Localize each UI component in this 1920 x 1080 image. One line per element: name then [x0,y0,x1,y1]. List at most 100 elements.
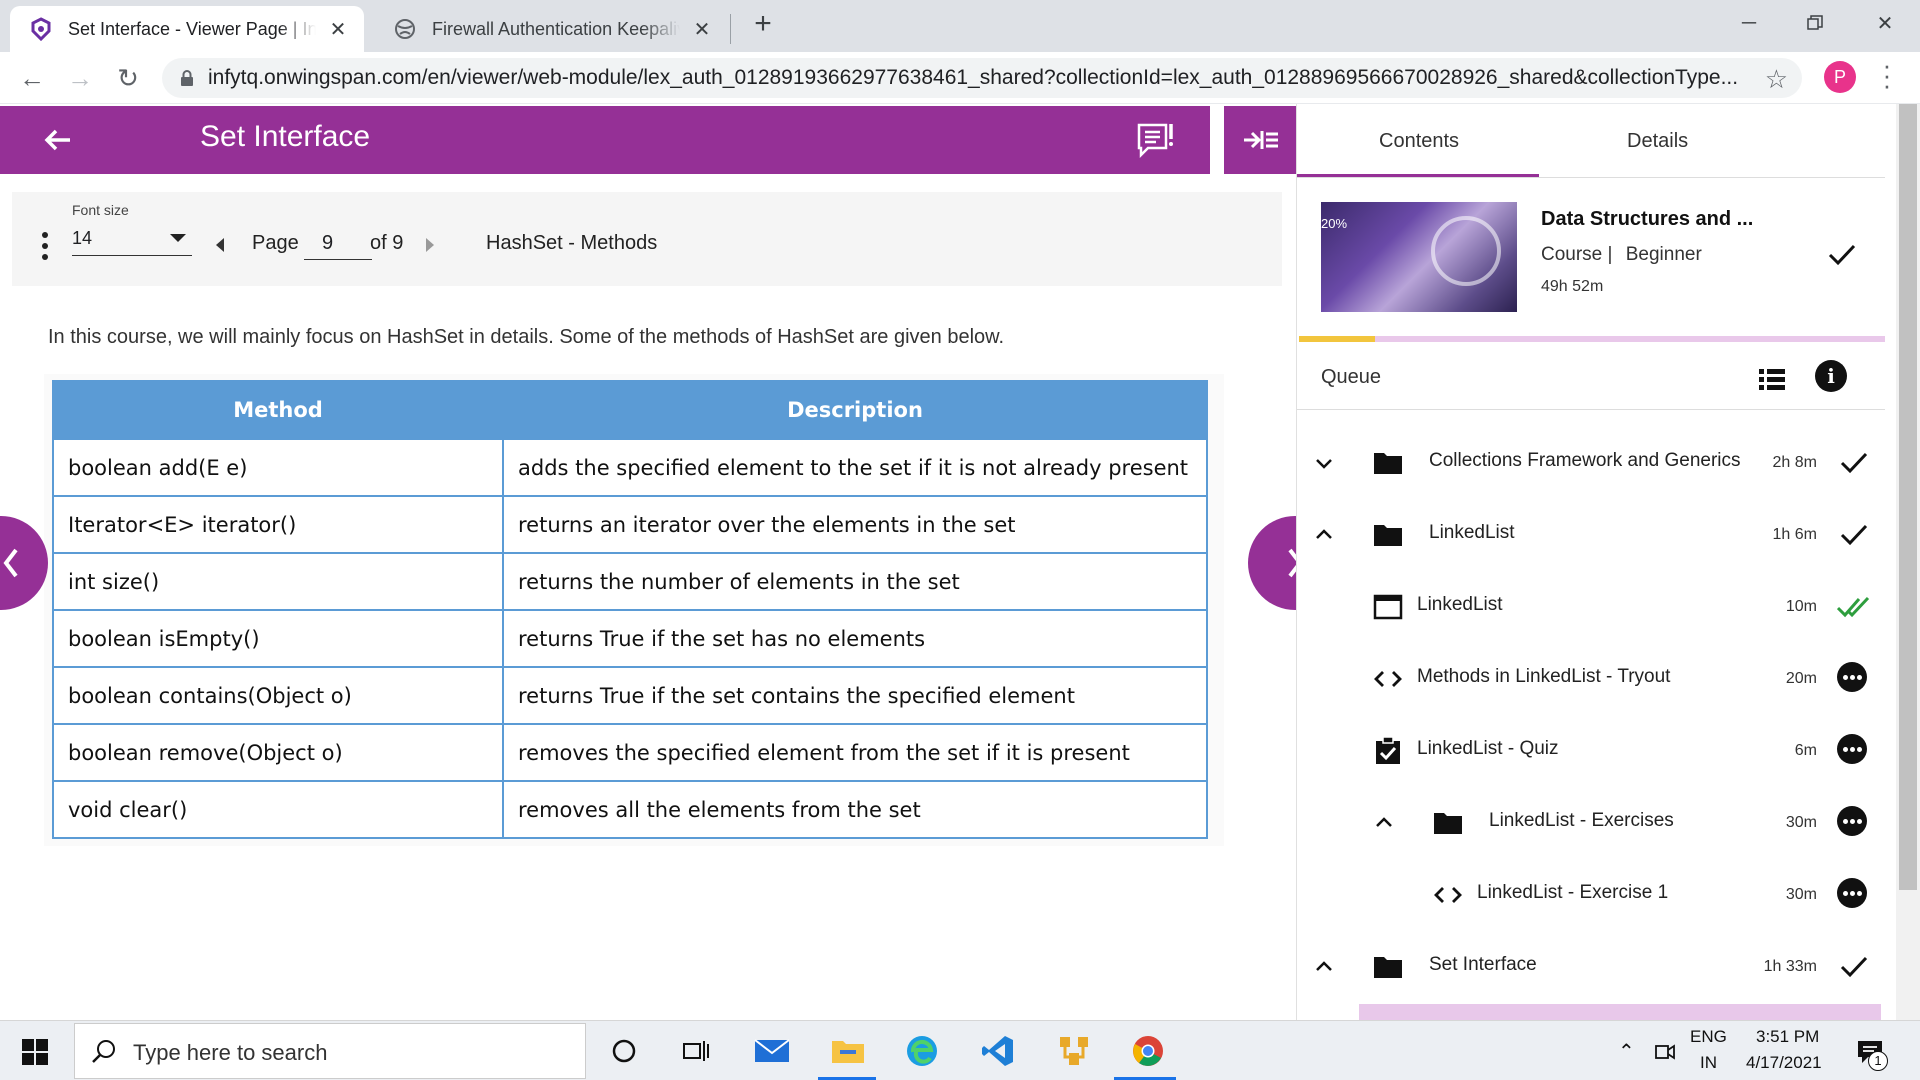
course-thumbnail[interactable]: 20% [1321,202,1517,312]
table-row: Iterator<E> iterator() returns an iterato… [52,495,1208,554]
clock-time[interactable]: 3:51 PM [1756,1027,1819,1047]
clock-date[interactable]: 4/17/2021 [1746,1053,1822,1073]
method-cell: boolean isEmpty() [52,609,504,668]
close-tab-icon[interactable]: ✕ [326,17,350,41]
queue-item-linkedlist-module[interactable]: LinkedList 10m [1297,572,1885,644]
close-window-button[interactable]: ✕ [1862,6,1908,40]
bookmark-star-icon[interactable]: ☆ [1765,64,1788,95]
back-arrow-icon[interactable] [38,120,78,160]
description-cell: returns an iterator over the elements in… [502,495,1208,554]
forward-arrow-icon[interactable]: → [64,62,96,94]
info-icon[interactable]: i [1815,360,1847,392]
windows-start-icon[interactable] [22,1039,48,1065]
close-tab-icon[interactable]: ✕ [690,17,714,41]
collapse-panel-button[interactable] [1224,106,1296,174]
chevron-down-icon[interactable] [1315,454,1333,472]
notification-count-badge: 1 [1868,1051,1888,1071]
folder-icon [1434,813,1462,834]
course-level: Beginner [1625,244,1702,265]
queue-item-name: LinkedList - Exercise 1 [1477,882,1669,903]
queue-item-name: LinkedList [1417,594,1503,615]
meet-now-icon[interactable] [1654,1041,1676,1063]
chrome-icon[interactable] [1128,1031,1168,1071]
font-size-label: Font size [72,202,129,218]
course-type: Course | [1541,244,1613,265]
more-options-icon[interactable] [1837,806,1871,840]
windows-taskbar: Type here to search ⌃ ENG IN 3:51 PM 4/1… [0,1020,1920,1080]
queue-item-name: LinkedList - Exercises [1489,810,1674,831]
reload-icon[interactable]: ↻ [112,62,144,94]
page-title: Set Interface [200,120,371,153]
next-page-icon[interactable] [426,238,434,252]
course-duration: 49h 52m [1541,278,1604,295]
folder-icon [1374,957,1402,978]
minimize-window-button[interactable]: ─ [1726,6,1772,40]
queue-item-duration: 30m [1785,814,1817,831]
queue-item-set-interface[interactable]: Set Interface 1h 33m [1297,932,1885,1004]
previous-page-icon[interactable] [216,238,224,252]
globe-icon [392,16,418,42]
search-placeholder: Type here to search [133,1040,328,1065]
chevron-up-icon[interactable] [1315,526,1333,544]
tab-set-interface[interactable]: Set Interface - Viewer Page | Infy ✕ [10,6,364,52]
address-bar[interactable]: infytq.onwingspan.com/en/viewer/web-modu… [162,58,1802,98]
column-header-description: Description [502,380,1208,440]
more-options-icon[interactable] [1837,662,1871,696]
method-cell: boolean contains(Object o) [52,666,504,725]
course-title[interactable]: Data Structures and ... [1541,208,1753,231]
app-icon[interactable] [1054,1031,1094,1071]
queue-item-methods-tryout[interactable]: Methods in LinkedList - Tryout 20m [1297,644,1885,716]
code-icon [1374,671,1402,687]
queue-item-name: Collections Framework and Generics [1429,450,1741,471]
taskbar-search-box[interactable]: Type here to search [74,1023,586,1079]
page-total: of 9 [370,232,404,254]
language-region[interactable]: IN [1700,1053,1717,1073]
show-hidden-icons-icon[interactable]: ⌃ [1618,1039,1635,1064]
table-row: void clear() removes all the elements fro… [52,780,1208,839]
chevron-up-icon[interactable] [1375,814,1393,832]
description-cell: adds the specified element to the set if… [502,438,1208,497]
task-view-icon[interactable] [676,1031,716,1071]
thumbnail-decoration: 20% [1321,216,1348,231]
more-options-icon[interactable] [42,232,50,265]
back-arrow-icon[interactable]: ← [16,62,48,94]
more-options-icon[interactable] [1837,878,1871,912]
scrollbar-thumb[interactable] [1899,104,1917,890]
thumbnail-decoration [1431,216,1501,286]
queue-item-linkedlist-exercises[interactable]: LinkedList - Exercises 30m [1297,788,1885,860]
list-view-icon[interactable] [1759,368,1785,390]
tab-firewall-authentication[interactable]: Firewall Authentication Keepalive ✕ [374,6,728,52]
vscode-icon[interactable] [978,1031,1018,1071]
current-item-highlight [1359,1004,1881,1020]
browser-tab-strip: Set Interface - Viewer Page | Infy ✕ Fir… [0,0,1920,52]
browser-toolbar: ← → ↻ infytq.onwingspan.com/en/viewer/we… [0,52,1920,104]
queue-item-collections-framework[interactable]: Collections Framework and Generics 2h 8m [1297,428,1885,500]
feedback-note-icon[interactable] [1136,122,1176,158]
mail-icon[interactable] [752,1031,792,1071]
page-topic: HashSet - Methods [486,232,658,254]
queue-item-linkedlist-quiz[interactable]: LinkedList - Quiz 6m [1297,716,1885,788]
page-number-input[interactable]: 9 [304,228,372,260]
chevron-up-icon[interactable] [1315,958,1333,976]
new-tab-button[interactable]: + [748,9,778,40]
edge-browser-icon[interactable] [902,1031,942,1071]
table-row: int size() returns the number of elements… [52,552,1208,611]
font-size-select[interactable]: 14 [72,226,192,256]
search-icon [92,1040,115,1063]
tab-details[interactable]: Details [1627,130,1688,153]
cortana-icon[interactable] [604,1031,644,1071]
queue-item-linkedlist-folder[interactable]: LinkedList 1h 6m [1297,500,1885,572]
page-scrollbar[interactable] [1896,104,1920,1020]
font-size-value: 14 [72,228,93,248]
column-header-method: Method [52,380,504,440]
infytq-favicon-icon [28,16,54,42]
restore-window-button[interactable] [1792,6,1838,40]
queue-item-linkedlist-exercise-1[interactable]: LinkedList - Exercise 1 30m [1297,860,1885,932]
previous-content-button[interactable] [0,516,48,610]
profile-avatar[interactable]: P [1824,61,1856,93]
file-explorer-icon[interactable] [828,1031,868,1071]
tab-contents[interactable]: Contents [1379,130,1459,153]
language-code[interactable]: ENG [1690,1027,1727,1047]
browser-menu-icon[interactable]: · · · [1880,52,1894,98]
more-options-icon[interactable] [1837,734,1871,768]
